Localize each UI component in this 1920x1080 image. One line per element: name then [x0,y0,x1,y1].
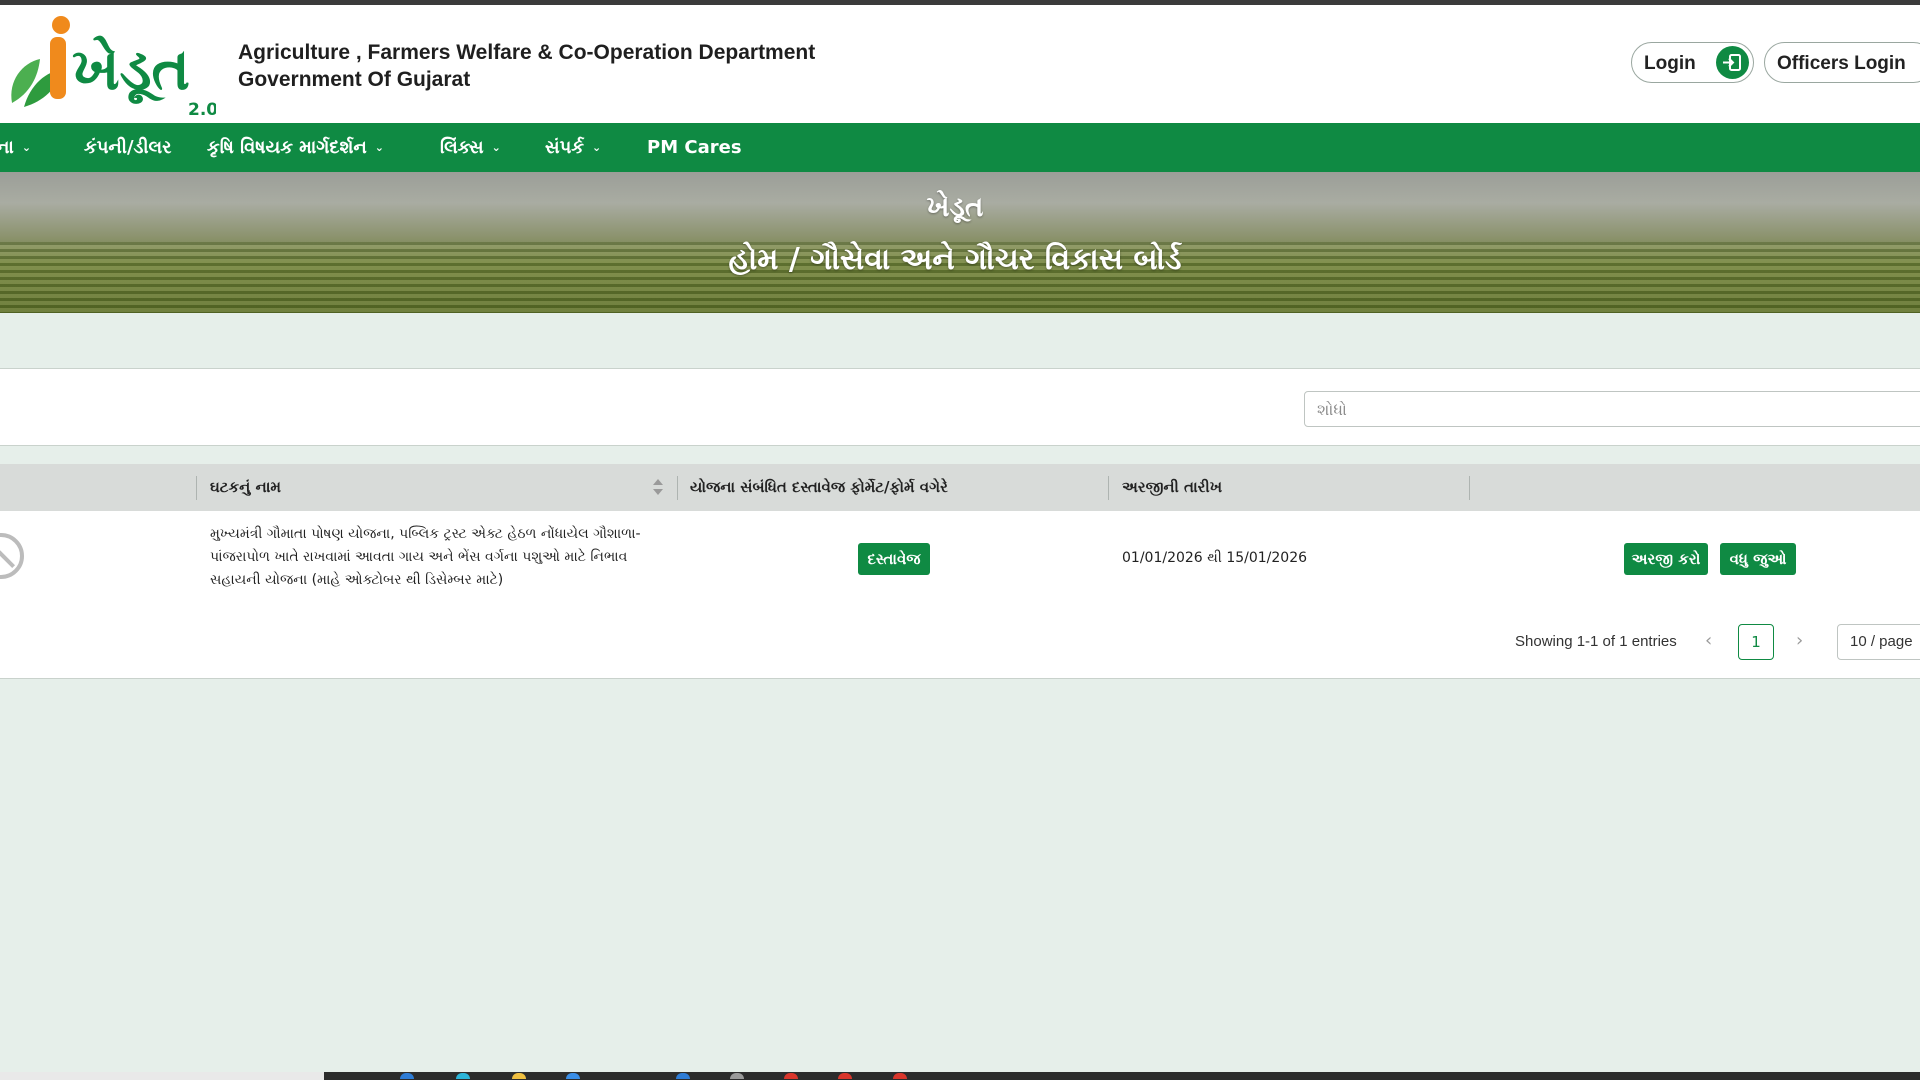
officers-login-label: Officers Login [1777,53,1906,74]
column-header-application-date: અરજીની તારીખ [1122,478,1223,496]
nav-item-contact[interactable]: સંપર્ક ⌄ [545,137,601,158]
nav-item-label: સંપર્ક [545,137,584,158]
search-panel [0,368,1920,446]
taskbar-app-icon[interactable] [400,1073,414,1079]
officers-login-button[interactable]: Officers Login [1764,42,1920,83]
os-taskbar [0,1072,1920,1080]
nav-item-label: લિંક્સ [440,137,484,158]
column-divider [1108,476,1109,500]
login-icon [1716,46,1749,79]
main-nav: ના ⌄ કંપની/ડીલર કૃષિ વિષયક માર્ગદર્શન ⌄ લિ… [0,123,1920,172]
page-banner: ખેડૂત હોમ / ગૌસેવા અને ગૌચર વિકાસ બોર્ડ [0,172,1920,313]
taskbar-app-icon[interactable] [566,1073,580,1079]
scheme-name: મુખ્યમંત્રી ગૌમાતા પોષણ યોજના, પબ્લિક ટ્… [210,526,641,588]
nav-item-label: કૃષિ વિષયક માર્ગદર્શન [207,137,367,158]
chevron-down-icon: ⌄ [591,141,602,154]
login-button[interactable]: Login [1631,42,1754,83]
chevron-down-icon: ⌄ [491,141,501,154]
government-name: Government Of Gujarat [238,68,471,91]
sort-icon[interactable] [652,478,664,498]
department-title: Agriculture , Farmers Welfare & Co-Opera… [238,39,815,93]
application-date: 01/01/2026 થી 15/01/2026 [1122,550,1308,566]
chevron-left-icon[interactable]: ‹ [1705,630,1712,651]
nav-item-label: ના [0,137,14,158]
taskbar-app-icon[interactable] [730,1073,744,1079]
column-header-documents: યોજના સંબંધિત દસ્તાવેજ ફોર્મેટ/ફોર્મ વગે… [690,478,948,496]
login-label: Login [1644,53,1696,74]
department-name: Agriculture , Farmers Welfare & Co-Opera… [238,41,816,64]
image-not-available-icon [0,533,24,579]
nav-item-label: કંપની/ડીલર [84,137,172,158]
column-divider [677,476,678,500]
taskbar-search-area[interactable] [0,1072,324,1080]
column-divider [196,476,197,500]
nav-item-links[interactable]: લિંક્સ ⌄ [440,137,501,158]
logo-text: ખેડૂત [72,34,190,105]
breadcrumb: હોમ / ગૌસેવા અને ગૌચર વિકાસ બોર્ડ [728,242,1182,277]
taskbar-app-icon[interactable] [893,1073,907,1079]
nav-item-label: PM Cares [647,137,742,158]
taskbar-app-icon[interactable] [456,1073,470,1079]
column-header-component-name[interactable]: ઘટકનું નામ [210,478,281,496]
taskbar-app-icon[interactable] [784,1073,798,1079]
pagination: Showing 1-1 of 1 entries ‹ 1 › 10 / page [0,624,1920,662]
banner-title: ખેડૂત [926,190,984,223]
logo-version: 2.0 [188,100,216,119]
column-divider [1469,476,1470,500]
khedut-logo[interactable]: ખેડૂત 2.0 [6,11,216,119]
chevron-down-icon: ⌄ [21,141,32,154]
site-header: ખેડૂત 2.0 Agriculture , Farmers Welfare … [0,5,1920,123]
table-header: ઘટકનું નામ યોજના સંબંધિત દસ્તાવેજ ફોર્મે… [0,464,1920,511]
pagination-info: Showing 1-1 of 1 entries [1515,633,1677,650]
search-input[interactable] [1304,391,1920,427]
nav-item-agri-guidance[interactable]: કૃષિ વિષયક માર્ગદર્શન ⌄ [207,137,384,158]
chevron-right-icon[interactable]: › [1796,630,1803,651]
document-button[interactable]: દસ્તાવેજ [858,543,930,575]
nav-item-company-dealer[interactable]: કંપની/ડીલર [84,137,171,158]
chevron-down-icon: ⌄ [374,141,384,154]
see-more-button[interactable]: વધુ જુઓ [1720,543,1796,575]
taskbar-app-icon[interactable] [512,1073,526,1079]
page-number[interactable]: 1 [1738,624,1774,660]
nav-item-pm-cares[interactable]: PM Cares [647,137,742,158]
taskbar-app-icon[interactable] [676,1073,690,1079]
apply-button[interactable]: અરજી કરો [1624,543,1708,575]
nav-item-yojana[interactable]: ના ⌄ [0,137,31,158]
schemes-table: ઘટકનું નામ યોજના સંબંધિત દસ્તાવેજ ફોર્મે… [0,464,1920,679]
page-size-select[interactable]: 10 / page [1837,624,1920,660]
taskbar-app-icon[interactable] [838,1073,852,1079]
table-row: મુખ્યમંત્રી ગૌમાતા પોષણ યોજના, પબ્લિક ટ્… [0,511,1920,611]
